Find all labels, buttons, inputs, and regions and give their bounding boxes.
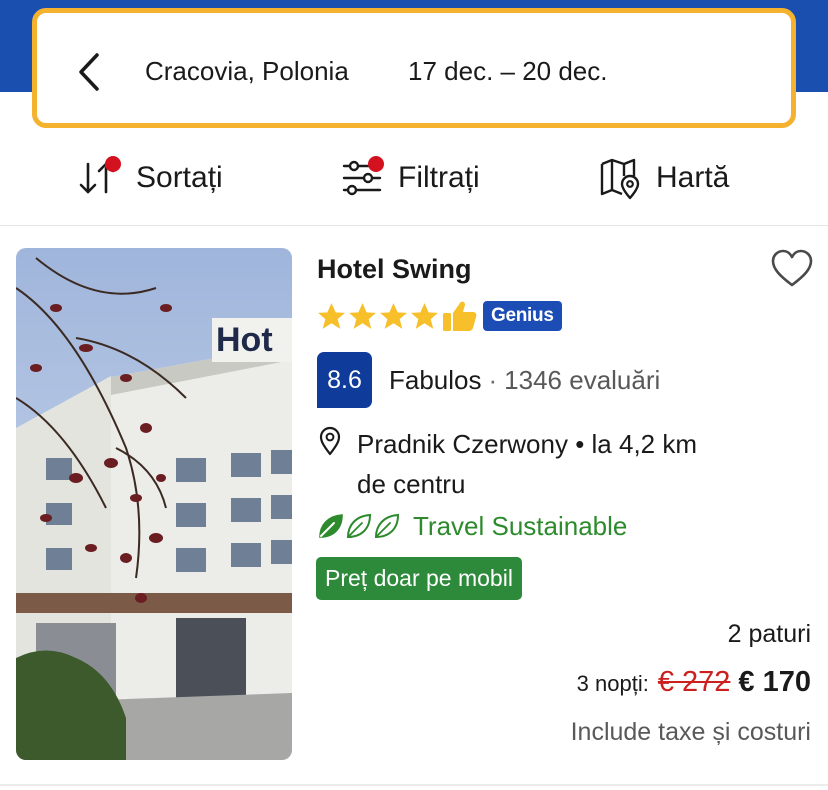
- hotel-photo[interactable]: Hot: [16, 248, 292, 760]
- results-toolbar: Sortați Filtrați Hartă: [0, 128, 828, 226]
- price-row: 3 nopți: € 272 € 170: [577, 666, 811, 699]
- hotel-location-text: Pradnik Czerwony • la 4,2 km de centru: [357, 424, 767, 504]
- mobile-price-badge: Preț doar pe mobil: [316, 557, 522, 600]
- travel-sustainable-row[interactable]: Travel Sustainable: [317, 508, 627, 544]
- filter-button[interactable]: Filtrați: [340, 156, 480, 200]
- review-score-word: Fabulos: [389, 364, 482, 395]
- star-icon: [411, 302, 438, 329]
- map-pin-icon: [598, 156, 644, 200]
- search-dates[interactable]: 17 dec. – 20 dec.: [408, 56, 607, 87]
- score-separator: ·: [488, 364, 498, 395]
- thumbs-up-icon: [443, 301, 477, 331]
- location-line-2: de centru: [357, 469, 466, 499]
- discounted-price: € 170: [738, 666, 811, 698]
- hotel-result-card[interactable]: Hot Hotel Swing Genius 8.6 Fabulos · 134…: [0, 226, 828, 790]
- star-icon: [349, 302, 376, 329]
- sliders-icon: [340, 156, 386, 200]
- leaf-outline-icon: [374, 513, 400, 539]
- filter-active-badge: [368, 156, 384, 172]
- search-summary-box[interactable]: Cracovia, Polonia 17 dec. – 20 dec.: [32, 8, 796, 128]
- review-score-badge: 8.6: [317, 352, 372, 408]
- map-label: Hartă: [656, 161, 730, 194]
- filter-label: Filtrați: [398, 161, 480, 194]
- hotel-sign-text: Hot: [216, 321, 273, 359]
- sort-arrows-icon: [78, 156, 124, 200]
- sort-label: Sortați: [136, 161, 223, 194]
- hotel-rating-row: Genius: [316, 298, 562, 334]
- original-price: € 272: [657, 666, 731, 698]
- genius-badge[interactable]: Genius: [483, 301, 562, 331]
- review-score-row[interactable]: 8.6 Fabulos · 1346 evaluări: [317, 352, 660, 408]
- star-icon: [318, 302, 345, 329]
- travel-sustainable-label: Travel Sustainable: [413, 510, 628, 541]
- sort-button[interactable]: Sortați: [78, 156, 223, 200]
- taxes-note: Include taxe și costuri: [570, 718, 811, 746]
- heart-icon[interactable]: [770, 248, 814, 290]
- bed-info: 2 paturi: [727, 620, 811, 648]
- card-divider: [0, 784, 828, 786]
- location-pin-icon: [319, 426, 341, 456]
- leaf-outline-icon: [346, 513, 372, 539]
- location-line-1: Pradnik Czerwony • la 4,2 km: [357, 429, 698, 459]
- review-count: 1346 evaluări: [504, 364, 661, 395]
- hotel-name[interactable]: Hotel Swing: [317, 254, 472, 285]
- chevron-left-icon[interactable]: [75, 51, 103, 93]
- star-icon: [380, 302, 407, 329]
- map-button[interactable]: Hartă: [598, 156, 729, 200]
- search-location[interactable]: Cracovia, Polonia: [145, 56, 349, 87]
- sort-active-badge: [105, 156, 121, 172]
- nights-label: 3 nopți:: [576, 671, 649, 696]
- leaf-filled-icon: [319, 514, 343, 538]
